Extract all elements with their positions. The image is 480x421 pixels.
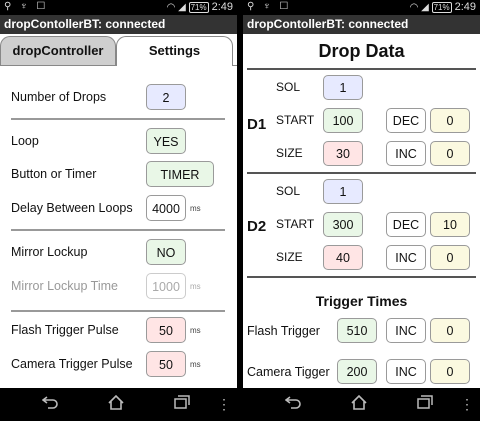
d2-size-field[interactable]: 40: [323, 245, 363, 270]
drop-label: D1: [247, 116, 267, 133]
tab-dropcontroller[interactable]: dropController: [0, 36, 116, 66]
home-icon[interactable]: [351, 395, 367, 410]
section-divider: [11, 118, 225, 120]
d1-dec-field[interactable]: 0: [430, 108, 470, 133]
mirror-lockup-toggle[interactable]: NO: [146, 239, 186, 265]
delay-between-loops-field[interactable]: 4000: [146, 195, 186, 221]
drop-data-screen: ⚲ ♆ ☐ ◠ ◢ 71% 2:49 dropContollerBT: conne…: [243, 0, 480, 421]
signal-icon: ◢: [421, 2, 429, 13]
trigger-label: Camera Tigger: [247, 365, 330, 379]
setting-label: Mirror Lockup: [11, 245, 88, 259]
flash-trigger-field[interactable]: 510: [337, 318, 377, 343]
tab-settings[interactable]: Settings: [116, 36, 233, 66]
size-label: SIZE: [276, 250, 303, 264]
size-label: SIZE: [276, 146, 303, 160]
setting-label: Number of Drops: [11, 90, 107, 104]
setting-label: Delay Between Loops: [11, 201, 133, 215]
camera-trigger-field[interactable]: 200: [337, 359, 377, 384]
camera-trigger-pulse-field[interactable]: 50: [146, 351, 186, 377]
d2-dec-button[interactable]: DEC: [386, 212, 426, 237]
setting-button-or-timer: Button or Timer TIMER: [0, 158, 237, 190]
status-time: 2:49: [454, 1, 476, 13]
d2-sol-field[interactable]: 1: [323, 179, 363, 204]
status-bar: ⚲ ♆ ☐ ◠ ◢ 71% 2:49: [0, 0, 237, 15]
trigger-label: Flash Trigger: [247, 324, 320, 338]
button-or-timer-toggle[interactable]: TIMER: [146, 161, 214, 187]
app-title-bar: dropContollerBT: connected: [0, 15, 237, 34]
flash-trigger-inc-button[interactable]: INC: [386, 318, 426, 343]
flash-trigger-inc-field[interactable]: 0: [430, 318, 470, 343]
setting-delay-between-loops: Delay Between Loops 4000 ms: [0, 192, 237, 224]
recent-apps-icon[interactable]: [417, 395, 433, 409]
sol-label: SOL: [276, 184, 301, 198]
setting-loop: Loop YES: [0, 125, 237, 157]
unit-label: ms: [190, 204, 201, 213]
section-divider: [247, 276, 476, 278]
d1-size-field[interactable]: 30: [323, 141, 363, 166]
navigation-bar: ⋮: [0, 388, 237, 421]
d1-sol-field[interactable]: 1: [323, 75, 363, 100]
back-icon[interactable]: [285, 395, 301, 409]
unit-label: ms: [190, 282, 201, 291]
drop-label: D2: [247, 218, 267, 235]
d1-dec-button[interactable]: DEC: [386, 108, 426, 133]
setting-label: Loop: [11, 134, 39, 148]
d2-inc-field[interactable]: 0: [430, 245, 470, 270]
setting-label: Button or Timer: [11, 167, 97, 181]
d2-start-field[interactable]: 300: [323, 212, 363, 237]
overflow-menu-icon[interactable]: ⋮: [217, 395, 231, 413]
overflow-menu-icon[interactable]: ⋮: [460, 395, 474, 413]
section-divider: [247, 68, 476, 70]
section-divider: [11, 310, 225, 312]
loop-toggle[interactable]: YES: [146, 128, 186, 154]
setting-number-of-drops: Number of Drops 2: [0, 81, 237, 113]
setting-flash-trigger-pulse: Flash Trigger Pulse 50 ms: [0, 314, 237, 346]
unit-label: ms: [190, 326, 201, 335]
back-icon[interactable]: [42, 395, 58, 409]
trigger-times-heading: Trigger Times: [315, 293, 408, 309]
unit-label: ms: [190, 360, 201, 369]
setting-mirror-lockup-time: Mirror Lockup Time 1000 ms: [0, 270, 237, 302]
mirror-lockup-time-field: 1000: [146, 273, 186, 299]
d1-inc-field[interactable]: 0: [430, 141, 470, 166]
number-of-drops-field[interactable]: 2: [146, 84, 186, 110]
recent-apps-icon[interactable]: [174, 395, 190, 409]
status-notification-icons: ⚲ ♆ ☐: [247, 1, 292, 12]
app-title-bar: dropContollerBT: connected: [243, 15, 480, 34]
setting-label: Flash Trigger Pulse: [11, 323, 119, 337]
camera-trigger-inc-button[interactable]: INC: [386, 359, 426, 384]
signal-icon: ◢: [178, 2, 186, 13]
battery-indicator: 71%: [431, 2, 452, 13]
start-label: START: [276, 113, 315, 127]
section-divider: [247, 172, 476, 174]
flash-trigger-pulse-field[interactable]: 50: [146, 317, 186, 343]
setting-label: Camera Trigger Pulse: [11, 357, 133, 371]
status-time: 2:49: [211, 1, 233, 13]
settings-screen: ⚲ ♆ ☐ ◠ ◢ 71% 2:49 dropContollerBT: conne…: [0, 0, 237, 421]
wifi-icon: ◠: [409, 2, 419, 13]
setting-label: Mirror Lockup Time: [11, 279, 118, 293]
battery-indicator: 71%: [188, 2, 209, 13]
start-label: START: [276, 217, 315, 231]
home-icon[interactable]: [108, 395, 124, 410]
status-bar: ⚲ ♆ ☐ ◠ ◢ 71% 2:49: [243, 0, 480, 15]
sol-label: SOL: [276, 80, 301, 94]
camera-trigger-inc-field[interactable]: 0: [430, 359, 470, 384]
setting-camera-trigger-pulse: Camera Trigger Pulse 50 ms: [0, 348, 237, 380]
drop-data-heading: Drop Data: [318, 41, 405, 61]
wifi-icon: ◠: [166, 2, 176, 13]
tab-bar: dropController Settings: [0, 36, 237, 66]
navigation-bar: ⋮: [243, 388, 480, 421]
d2-dec-field[interactable]: 10: [430, 212, 470, 237]
status-notification-icons: ⚲ ♆ ☐: [4, 1, 49, 12]
section-divider: [11, 229, 225, 231]
d1-start-field[interactable]: 100: [323, 108, 363, 133]
setting-mirror-lockup: Mirror Lockup NO: [0, 236, 237, 268]
d2-inc-button[interactable]: INC: [386, 245, 426, 270]
d1-inc-button[interactable]: INC: [386, 141, 426, 166]
